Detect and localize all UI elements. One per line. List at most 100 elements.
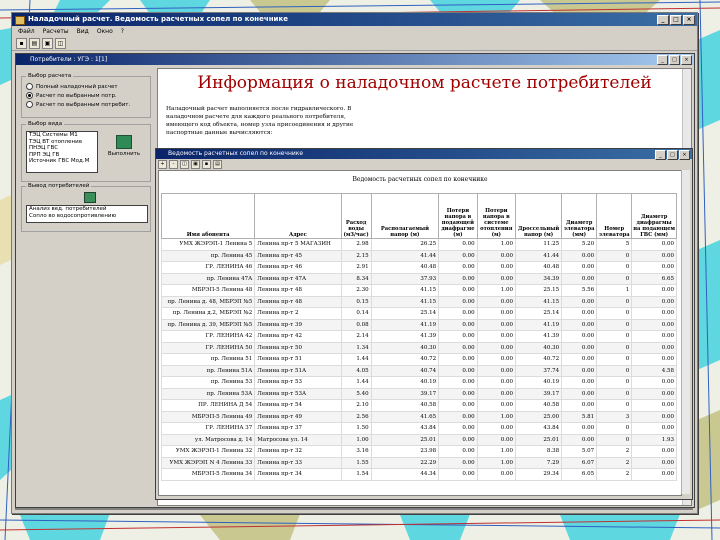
table-cell: 0.00 <box>438 330 478 343</box>
table-cell: 5.56 <box>561 284 598 297</box>
table-cell: 8.34 <box>340 272 372 285</box>
open-icon[interactable]: ▣ <box>42 38 53 49</box>
table-cell: пр. Ленина 53А <box>160 387 256 400</box>
menu-window[interactable]: Окно <box>97 26 113 37</box>
radio-label: Расчет по выбранным потребит. <box>36 101 131 108</box>
execute-label: Выполнить <box>107 151 141 157</box>
print-icon[interactable]: ▤ <box>213 160 222 169</box>
table-cell: 34.39 <box>515 272 563 285</box>
minimize-icon[interactable]: _ <box>657 55 668 65</box>
execute-icon <box>116 135 132 149</box>
table-cell: 41.44 <box>370 249 440 262</box>
menu-calc[interactable]: Расчеты <box>43 26 69 37</box>
app-icon <box>15 16 25 25</box>
report-scrollbar[interactable] <box>681 170 690 494</box>
table-cell: 0 <box>596 422 633 435</box>
table-cell: 40.30 <box>515 341 563 354</box>
minimize-icon[interactable]: _ <box>657 15 669 25</box>
table-cell: 37.93 <box>370 272 440 285</box>
table-cell: пр. Ленина д. 39, МБРЭП №5 <box>160 318 256 331</box>
table-row: УМХ ЖЭРЭП-1 Ленина 32 Ленина пр-т 32 3.16 2… <box>160 445 677 458</box>
table-cell: 0.00 <box>438 295 478 308</box>
maximize-icon[interactable]: □ <box>667 150 678 160</box>
table-cell: 40.19 <box>370 376 440 389</box>
table-cell: 0.00 <box>631 387 677 400</box>
table-cell: 0.00 <box>438 284 478 297</box>
table-cell: 8.38 <box>515 445 563 458</box>
open-icon[interactable]: ▣ <box>191 160 200 169</box>
table-cell: 0.00 <box>631 307 677 320</box>
table-cell: ПР. ЛЕНИНА Д 54 <box>160 399 256 412</box>
close-icon[interactable]: × <box>679 150 690 160</box>
table-cell: Ленина пр-т 50 <box>254 341 342 354</box>
table-cell: 0.00 <box>438 238 478 251</box>
column-header: Имя абонента <box>160 193 256 239</box>
table-cell: Ленина пр-т 45 <box>254 249 342 262</box>
table-row: пр. Ленина 53 Ленина пр-т 53 1.44 40.19 0.00… <box>160 376 677 389</box>
table-cell: 0.00 <box>561 364 598 377</box>
radio-selected-alt[interactable]: Расчет по выбранным потребит. <box>26 100 130 109</box>
maximize-icon[interactable]: □ <box>670 15 682 25</box>
table-row: МБРЭП-5 Ленина 48 Ленина пр-т 48 2.30 41.15… <box>160 284 677 297</box>
table-cell: ГР. ЛЕНИНА 46 <box>160 261 256 274</box>
minimize-icon[interactable]: _ <box>655 150 666 160</box>
radio-label: Расчет по выбранным потр. <box>36 92 117 99</box>
maximize-icon[interactable]: □ <box>669 55 680 65</box>
save-icon[interactable]: ▪ <box>202 160 211 169</box>
menu-file[interactable]: Файл <box>18 26 35 37</box>
table-cell: 43.84 <box>370 422 440 435</box>
table-cell: 0.00 <box>438 318 478 331</box>
preview-icon[interactable]: ◫ <box>180 160 189 169</box>
table-cell: 40.72 <box>515 353 563 366</box>
table-cell: 41.15 <box>370 295 440 308</box>
table-cell: 0.00 <box>561 249 598 262</box>
table-cell: 0.14 <box>340 307 372 320</box>
zoom-out-icon[interactable]: - <box>169 160 178 169</box>
table-row: пр. Ленина д.2, МБРЭП №2 Ленина пр-т 2 0.1… <box>160 307 677 320</box>
table-cell: 0.00 <box>631 456 677 469</box>
table-cell: 0 <box>596 249 633 262</box>
report-title-bar: Ведомость расчетных сопел по конечнике <box>156 149 692 159</box>
table-cell: 0.00 <box>438 456 478 469</box>
table-cell: МБРЭП-5 Ленина 34 <box>160 468 256 481</box>
report-document: Ведомость расчетных сопел по конечнике И… <box>158 170 682 496</box>
table-cell: пр. Ленина 51А <box>160 364 256 377</box>
group-caption: Выбор расчета <box>26 73 74 79</box>
table-cell: 0.00 <box>476 295 517 308</box>
table-cell: 25.15 <box>515 284 563 297</box>
close-icon[interactable]: × <box>683 15 695 25</box>
table-cell: 40.72 <box>370 353 440 366</box>
close-icon[interactable]: × <box>681 55 692 65</box>
execute-button[interactable]: Выполнить <box>104 135 144 157</box>
table-cell: 1.93 <box>631 433 677 446</box>
radio-dot <box>26 83 33 90</box>
table-cell: 40.48 <box>515 261 563 274</box>
column-header: Дроссельный напор (м) <box>515 193 563 239</box>
list-item[interactable]: Сопло во водосопротивлению <box>27 213 147 220</box>
table-cell: 40.48 <box>370 261 440 274</box>
zoom-in-icon[interactable]: + <box>158 160 167 169</box>
report-heading: Ведомость расчетных сопел по конечнике <box>159 173 681 187</box>
table-cell: Матросова ул. 14 <box>254 433 342 446</box>
table-cell: 41.39 <box>515 330 563 343</box>
table-cell: 0.00 <box>476 364 517 377</box>
radio-full[interactable]: Полный наладочный расчет <box>26 82 130 91</box>
table-cell: Ленина пр-т 51 <box>254 353 342 366</box>
table-row: МБРЭП-5 Ленина 49 Ленина пр-т 49 2.56 41.65… <box>160 410 677 423</box>
output-icon[interactable] <box>84 192 96 203</box>
menu-view[interactable]: Вид <box>77 26 89 37</box>
table-cell: 0 <box>596 376 633 389</box>
table-cell: 41.39 <box>370 330 440 343</box>
preview-icon[interactable]: ◫ <box>55 38 66 49</box>
save-icon[interactable]: ▪ <box>16 38 27 49</box>
table-cell: 0.00 <box>476 399 517 412</box>
radio-selected[interactable]: Расчет по выбранным потр. <box>26 91 130 100</box>
table-cell: Ленина пр-т 33 <box>254 456 342 469</box>
output-list[interactable]: Анализ вед. потребителей Сопло во водосо… <box>26 205 148 223</box>
table-cell: 2 <box>596 468 633 481</box>
print-icon[interactable]: ▤ <box>29 38 40 49</box>
menu-help[interactable]: ? <box>121 26 124 37</box>
table-row: МБРЭП-5 Ленина 34 Ленина пр-т 34 1.54 44.34… <box>160 468 677 481</box>
list-item[interactable]: Источник ГВС Мод.М <box>27 158 97 165</box>
source-list[interactable]: ТЭЦ Системы М1 ТЭЦ ВТ отопление ПНЭЦ ГВС… <box>26 131 98 173</box>
